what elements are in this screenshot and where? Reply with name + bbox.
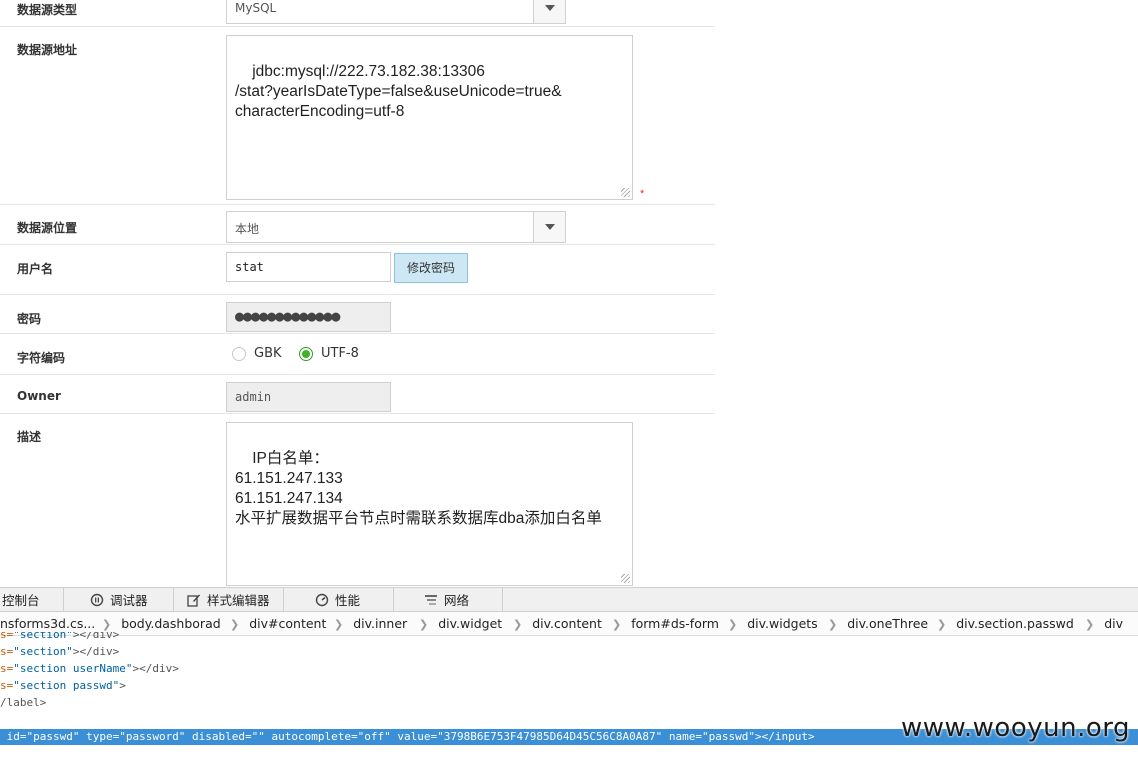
tab-network-label: 网络 bbox=[444, 592, 470, 608]
datasource-url-value: jdbc:mysql://222.73.182.38:13306 /stat?y… bbox=[235, 63, 562, 120]
markup-line[interactable]: s="section"></div> bbox=[0, 644, 1138, 660]
username-label: 用户名 bbox=[17, 262, 54, 276]
devtools-toolbar: 控制台 调试器 样式编辑器 性能 网络 bbox=[0, 587, 1138, 612]
radio-gbk[interactable]: GBK bbox=[232, 346, 282, 361]
tab-debugger-label: 调试器 bbox=[110, 592, 148, 608]
style-editor-icon bbox=[187, 594, 200, 607]
markup-line[interactable]: s="section passwd"> bbox=[0, 678, 1138, 694]
chevron-down-icon[interactable] bbox=[533, 0, 565, 23]
datasource-type-label: 数据源类型 bbox=[17, 3, 78, 17]
breadcrumb-item[interactable]: ❯ div.content bbox=[513, 616, 602, 631]
change-password-button[interactable]: 修改密码 bbox=[394, 253, 468, 283]
markup-line[interactable]: s="section"></div> bbox=[0, 632, 1138, 642]
tab-network[interactable]: 网络 bbox=[394, 588, 503, 612]
radio-utf8[interactable]: UTF-8 bbox=[299, 346, 359, 361]
required-mark: * bbox=[640, 188, 645, 200]
breadcrumb-item[interactable]: ❯ div.inner bbox=[334, 616, 407, 631]
tab-console[interactable]: 控制台 bbox=[0, 588, 64, 612]
breadcrumb-item[interactable]: ❯ div bbox=[1085, 616, 1123, 631]
breadcrumb-item[interactable]: ❯ div#content bbox=[230, 616, 326, 631]
markup-line[interactable]: /label> bbox=[0, 695, 1138, 711]
tab-style-editor-label: 样式编辑器 bbox=[207, 592, 270, 608]
tab-performance-label: 性能 bbox=[335, 592, 361, 608]
performance-icon bbox=[315, 593, 329, 607]
breadcrumb-item[interactable]: nsforms3d.cs... bbox=[0, 616, 95, 631]
owner-input: admin bbox=[226, 382, 391, 412]
datasource-form: 数据源类型 MySQL 数据源地址 jdbc:mysql://222.73.18… bbox=[0, 0, 715, 587]
radio-gbk-label: GBK bbox=[254, 346, 282, 361]
encoding-label: 字符编码 bbox=[17, 351, 66, 365]
description-textarea[interactable]: IP白名单： 61.151.247.133 61.151.247.134 水平扩… bbox=[226, 422, 633, 586]
row-datasource-location: 数据源位置 本地 bbox=[0, 205, 715, 245]
watermark: www.wooyun.org bbox=[900, 713, 1130, 743]
tab-performance[interactable]: 性能 bbox=[284, 588, 394, 612]
resize-handle-icon[interactable] bbox=[621, 574, 630, 583]
breadcrumb-item[interactable]: ❯ body.dashborad bbox=[102, 616, 221, 631]
breadcrumb-item[interactable]: ❯ form#ds-form bbox=[612, 616, 719, 631]
breadcrumb-item[interactable]: ❯ div.section.passwd bbox=[937, 616, 1074, 631]
datasource-location-value: 本地 bbox=[235, 222, 260, 236]
breadcrumb-item[interactable]: ❯ div.widget bbox=[419, 616, 502, 631]
datasource-url-label: 数据源地址 bbox=[17, 43, 78, 57]
description-label: 描述 bbox=[17, 430, 42, 444]
tab-console-label: 控制台 bbox=[2, 592, 40, 608]
radio-utf8-label: UTF-8 bbox=[321, 346, 359, 361]
row-datasource-type: 数据源类型 MySQL bbox=[0, 0, 715, 27]
debugger-icon bbox=[90, 593, 104, 607]
network-icon bbox=[425, 595, 437, 605]
datasource-location-label: 数据源位置 bbox=[17, 221, 78, 235]
datasource-url-textarea[interactable]: jdbc:mysql://222.73.182.38:13306 /stat?y… bbox=[226, 35, 633, 200]
owner-label: Owner bbox=[17, 389, 61, 403]
description-value: IP白名单： 61.151.247.133 61.151.247.134 水平扩… bbox=[235, 450, 602, 527]
password-input: ●●●●●●●●●●●●● bbox=[226, 302, 391, 332]
radio-checked-icon[interactable] bbox=[299, 346, 313, 361]
password-label: 密码 bbox=[17, 312, 42, 326]
tab-style-editor[interactable]: 样式编辑器 bbox=[174, 588, 284, 612]
breadcrumb-item[interactable]: ❯ div.oneThree bbox=[828, 616, 928, 631]
markup-line[interactable]: s="section userName"></div> bbox=[0, 661, 1138, 677]
datasource-type-value: MySQL bbox=[235, 1, 277, 15]
breadcrumb-item[interactable]: ❯ div.widgets bbox=[728, 616, 818, 631]
chevron-down-icon[interactable] bbox=[533, 212, 565, 242]
username-input[interactable]: stat bbox=[226, 252, 391, 282]
tab-debugger[interactable]: 调试器 bbox=[64, 588, 174, 612]
datasource-location-select[interactable]: 本地 bbox=[226, 211, 566, 243]
resize-handle-icon[interactable] bbox=[621, 188, 630, 197]
datasource-type-select[interactable]: MySQL bbox=[226, 0, 566, 24]
radio-unchecked-icon[interactable] bbox=[232, 346, 246, 361]
